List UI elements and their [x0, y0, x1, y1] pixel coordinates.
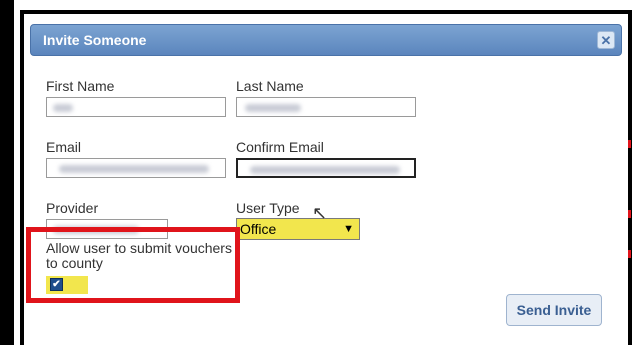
redacted-value — [250, 166, 400, 174]
user-type-label: User Type — [236, 200, 300, 216]
background-marker — [628, 250, 631, 258]
background-marker — [628, 140, 631, 148]
email-label: Email — [46, 139, 82, 155]
provider-label: Provider — [46, 200, 99, 216]
confirm-email-input[interactable] — [236, 158, 416, 178]
redacted-value — [245, 104, 301, 112]
vouchers-label: Allow user to submit vouchers to county — [46, 240, 232, 271]
last-name-input[interactable] — [236, 97, 416, 117]
redacted-value — [59, 165, 209, 173]
user-type-select[interactable]: Office ▼ — [236, 218, 360, 240]
vouchers-checkbox[interactable]: ✔ — [50, 278, 63, 291]
close-icon[interactable]: ✕ — [597, 31, 615, 49]
last-name-label: Last Name — [236, 78, 304, 94]
send-invite-button[interactable]: Send Invite — [506, 294, 602, 326]
user-type-value: Office — [240, 221, 277, 237]
redacted-value — [53, 104, 73, 112]
first-name-label: First Name — [46, 78, 115, 94]
dialog-title: Invite Someone — [43, 32, 147, 48]
dialog-titlebar: Invite Someone ✕ — [30, 24, 622, 56]
email-input[interactable] — [46, 158, 226, 178]
confirm-email-label: Confirm Email — [236, 139, 324, 155]
chevron-down-icon: ▼ — [343, 223, 354, 235]
background-marker — [628, 210, 631, 218]
invite-dialog: Invite Someone ✕ First Name Last Name Em… — [24, 14, 628, 345]
first-name-input[interactable] — [46, 97, 226, 117]
mouse-cursor-icon: ↖ — [312, 203, 328, 223]
